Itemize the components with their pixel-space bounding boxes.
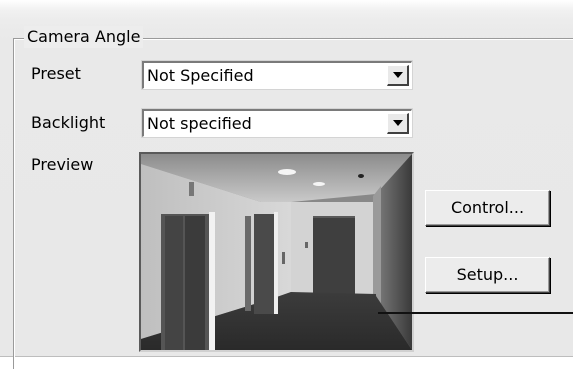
preview-label: Preview bbox=[31, 155, 94, 174]
callout-line bbox=[378, 312, 573, 314]
control-button[interactable]: Control... bbox=[425, 190, 550, 226]
setup-button[interactable]: Setup... bbox=[425, 257, 550, 293]
chevron-down-icon[interactable] bbox=[387, 113, 409, 134]
corridor-photo bbox=[141, 154, 412, 350]
preset-dropdown-value: Not Specified bbox=[147, 66, 254, 85]
backlight-label: Backlight bbox=[31, 113, 106, 132]
preset-label: Preset bbox=[31, 64, 81, 83]
backlight-dropdown-value: Not specified bbox=[147, 114, 252, 133]
backlight-dropdown[interactable]: Not specified bbox=[142, 109, 412, 137]
groupbox-title: Camera Angle bbox=[24, 26, 144, 48]
preset-dropdown[interactable]: Not Specified bbox=[142, 61, 412, 89]
camera-preview-image bbox=[139, 152, 414, 352]
chevron-down-icon[interactable] bbox=[387, 65, 409, 86]
